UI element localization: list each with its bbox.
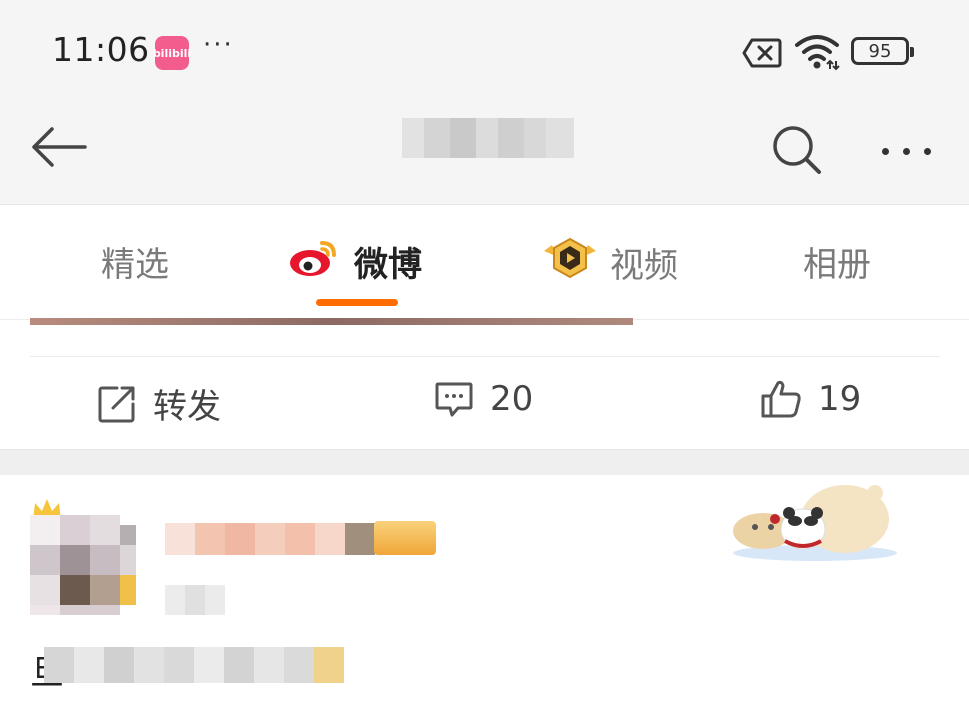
repost-label: 转发	[153, 387, 221, 427]
status-time: 11:06	[52, 30, 150, 69]
no-sim-icon	[742, 38, 782, 72]
avatar[interactable]	[30, 505, 136, 615]
video-badge-icon	[542, 237, 598, 288]
tab-weibo[interactable]: 微博	[288, 237, 422, 286]
repost-button[interactable]: 转发	[97, 379, 221, 428]
active-tab-indicator	[316, 299, 398, 306]
post-action-bar: 转发 20 19	[0, 357, 969, 449]
post-time-blurred	[165, 585, 225, 615]
tab-featured-label: 精选	[101, 245, 169, 285]
status-bar: 11:06 bilibili ··· 95	[0, 0, 969, 100]
tab-video-label: 视频	[610, 246, 678, 286]
post-image-edge[interactable]	[30, 318, 633, 325]
wifi-icon	[794, 33, 840, 75]
bilibili-app-icon: bilibili	[153, 36, 191, 70]
username-blurred[interactable]	[165, 523, 395, 555]
weibo-post[interactable]: 旦	[0, 475, 969, 704]
share-icon	[98, 386, 135, 422]
battery-indicator: 95	[851, 37, 914, 65]
more-options-icon[interactable]	[882, 140, 931, 159]
profile-name-title-blurred	[402, 118, 574, 158]
thumbs-up-icon	[761, 380, 801, 418]
comment-button[interactable]: 20	[434, 379, 533, 419]
tab-album[interactable]: 相册	[803, 237, 871, 286]
profile-tab-bar: 精选 微博 视频 相册	[0, 204, 969, 320]
search-icon[interactable]	[770, 123, 824, 181]
weibo-logo-icon	[288, 237, 340, 286]
back-arrow-icon[interactable]	[30, 125, 88, 173]
section-gap	[0, 449, 969, 476]
top-nav-bar	[0, 100, 969, 204]
tab-weibo-label: 微博	[354, 245, 422, 285]
comment-icon	[435, 382, 473, 417]
tab-video[interactable]: 视频	[542, 237, 678, 288]
like-count: 19	[818, 379, 862, 419]
post-text[interactable]: 旦	[30, 645, 350, 693]
decorative-mascot-sticker	[725, 475, 905, 569]
vip-badge	[374, 521, 436, 555]
like-button[interactable]: 19	[760, 379, 861, 419]
tab-featured[interactable]: 精选	[101, 237, 169, 286]
status-more-dots: ···	[203, 30, 234, 60]
comment-count: 20	[490, 379, 534, 419]
tab-album-label: 相册	[803, 245, 871, 285]
